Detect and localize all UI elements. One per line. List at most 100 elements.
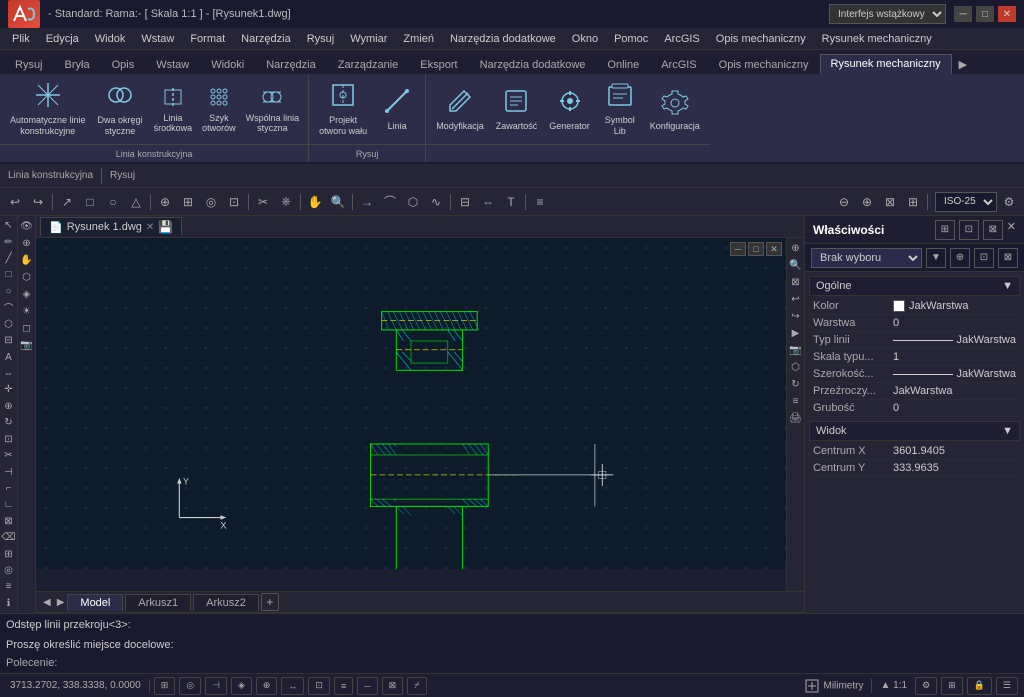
lt-copy2[interactable]: ⊕ bbox=[1, 399, 17, 414]
lt-text[interactable]: A bbox=[1, 349, 17, 364]
ribbon-btn-linia[interactable]: Linia bbox=[375, 84, 419, 135]
tb-btn-sq2[interactable]: ⊡ bbox=[223, 191, 245, 213]
props-section-widok-header[interactable]: Widok ▼ bbox=[809, 421, 1020, 441]
rt-back[interactable]: ↩ bbox=[788, 291, 804, 307]
lt-hatch[interactable]: ⊟ bbox=[1, 333, 17, 348]
menu-arcgis[interactable]: ArcGIS bbox=[656, 31, 707, 47]
props-sel-btn-1[interactable]: ▼ bbox=[926, 248, 946, 268]
lt2-eye[interactable]: 👁 bbox=[19, 218, 35, 234]
sb-btn-polar[interactable]: ◈ bbox=[231, 677, 252, 695]
tab-rysuj[interactable]: Rysuj bbox=[4, 55, 54, 74]
menu-wymiar[interactable]: Wymiar bbox=[342, 31, 395, 47]
ribbon-btn-projekt[interactable]: Projektotworu wału bbox=[315, 78, 371, 140]
rt-orbit[interactable]: ↻ bbox=[788, 376, 804, 392]
drawing-tab-1[interactable]: 📄 Rysunek 1.dwg ✕ 💾 bbox=[40, 217, 182, 236]
btab-arkusz2[interactable]: Arkusz2 bbox=[193, 594, 259, 611]
sb-btn-lw[interactable]: ─ bbox=[357, 677, 377, 695]
ribbon-btn-wspolna[interactable]: Wspólna liniastyczna bbox=[243, 84, 303, 135]
tab-zarzadzanie[interactable]: Zarządzanie bbox=[327, 55, 410, 74]
tb-btn-pan[interactable]: ✋ bbox=[304, 191, 326, 213]
prop-val-skala[interactable]: 1 bbox=[893, 351, 899, 363]
lt-rotate[interactable]: ↻ bbox=[1, 415, 17, 430]
sb-btn-snap2[interactable]: ◎ bbox=[179, 677, 201, 695]
rt-extent[interactable]: ⊠ bbox=[788, 274, 804, 290]
tb-btn-poly[interactable]: ⬡ bbox=[402, 191, 424, 213]
tb-btn-cursor[interactable]: ↗ bbox=[56, 191, 78, 213]
ribbon-btn-symbol-lib[interactable]: SymbolLib bbox=[598, 78, 642, 140]
maximize-button[interactable]: □ bbox=[976, 6, 994, 22]
tb-btn-arc[interactable]: ⌒ bbox=[379, 191, 401, 213]
lt-snap[interactable]: ◎ bbox=[1, 563, 17, 578]
lt2-light[interactable]: ☀ bbox=[19, 303, 35, 319]
lt-pencil[interactable]: ✏ bbox=[1, 234, 17, 249]
sb-btn-qp[interactable]: ⌿ bbox=[407, 677, 426, 695]
lt-scale[interactable]: ⊡ bbox=[1, 431, 17, 446]
tb-btn-circ2[interactable]: ◎ bbox=[200, 191, 222, 213]
menu-narzedzia-dodatkowe[interactable]: Narzędzia dodatkowe bbox=[442, 31, 564, 47]
tb-btn-text[interactable]: T bbox=[500, 191, 522, 213]
ribbon-btn-linia-srod[interactable]: Liniaśrodkowa bbox=[151, 84, 196, 135]
props-close[interactable]: ✕ bbox=[1007, 220, 1016, 240]
tb-btn-tri[interactable]: △ bbox=[125, 191, 147, 213]
drawing-tab-save[interactable]: 💾 bbox=[158, 220, 173, 234]
drawing-tab-close[interactable]: ✕ bbox=[146, 222, 154, 233]
sb-btn-lock[interactable]: 🔒 bbox=[967, 677, 992, 695]
prop-val-szerokosc[interactable]: JakWarstwa bbox=[957, 368, 1017, 380]
sb-btn-tp[interactable]: ⊠ bbox=[382, 677, 404, 695]
lt-dim[interactable]: ⇔ bbox=[1, 366, 17, 381]
lt-circ[interactable]: ○ bbox=[1, 284, 17, 299]
iso-select[interactable]: ISO-25 bbox=[935, 192, 997, 212]
lt-arc[interactable]: ⌒ bbox=[1, 300, 17, 315]
props-sel-btn-4[interactable]: ⊠ bbox=[998, 248, 1018, 268]
tb-btn-zoom-minus[interactable]: ⊖ bbox=[833, 191, 855, 213]
minimize-button[interactable]: ─ bbox=[954, 6, 972, 22]
tab-eksport[interactable]: Eksport bbox=[409, 55, 468, 74]
lt-layers2[interactable]: ≡ bbox=[1, 579, 17, 594]
sb-btn-workspace[interactable]: ⊞ bbox=[941, 677, 963, 695]
ribbon-btn-konfiguracja[interactable]: Konfiguracja bbox=[646, 84, 704, 135]
menu-wstaw[interactable]: Wstaw bbox=[133, 31, 182, 47]
lt2-3d[interactable]: ⬡ bbox=[19, 269, 35, 285]
props-btn-2[interactable]: ⊡ bbox=[959, 220, 979, 240]
tb-btn-zoom-extent[interactable]: ⊠ bbox=[879, 191, 901, 213]
props-section-ogolne-header[interactable]: Ogólne ▼ bbox=[809, 276, 1020, 296]
tb-btn-copy[interactable]: ⎈ bbox=[275, 191, 297, 213]
lt-props[interactable]: ℹ bbox=[1, 596, 17, 611]
sb-btn-ortho[interactable]: ⊣ bbox=[205, 677, 227, 695]
tab-widoki[interactable]: Widoki bbox=[200, 55, 255, 74]
props-sel-btn-3[interactable]: ⊡ bbox=[974, 248, 994, 268]
lt2-cam[interactable]: 📷 bbox=[19, 337, 35, 353]
tab-narz-dod[interactable]: Narzędzia dodatkowe bbox=[469, 55, 597, 74]
tab-expand[interactable]: ▶ bbox=[952, 54, 974, 74]
sb-btn-settings[interactable]: ⚙ bbox=[915, 677, 937, 695]
tb-btn-layer[interactable]: ≡ bbox=[529, 191, 551, 213]
menu-plik[interactable]: Plik bbox=[4, 31, 38, 47]
tb-btn-cut[interactable]: ✂ bbox=[252, 191, 274, 213]
tb-btn-iso-settings[interactable]: ⚙ bbox=[998, 191, 1020, 213]
prop-val-kolor[interactable]: JakWarstwa bbox=[909, 300, 969, 312]
props-btn-3[interactable]: ⊠ bbox=[983, 220, 1003, 240]
rt-print[interactable]: 🖨 bbox=[788, 410, 804, 426]
lt-arrow[interactable]: ↖ bbox=[1, 218, 17, 233]
tb-btn-grid[interactable]: ⊞ bbox=[177, 191, 199, 213]
lt-erase[interactable]: ⌫ bbox=[1, 530, 17, 545]
lt-chamfer[interactable]: ∟ bbox=[1, 497, 17, 512]
ribbon-btn-dwa-okregi[interactable]: Dwa okręgistyczne bbox=[94, 78, 147, 140]
btab-add[interactable]: + bbox=[261, 593, 279, 611]
rt-fwd[interactable]: ↪ bbox=[788, 308, 804, 324]
prop-val-warstwa[interactable]: 0 bbox=[893, 317, 899, 329]
lt-move[interactable]: ✛ bbox=[1, 382, 17, 397]
tb-btn-cross[interactable]: ⊕ bbox=[154, 191, 176, 213]
menu-rysunek-mech[interactable]: Rysunek mechaniczny bbox=[814, 31, 940, 47]
props-btn-1[interactable]: ⊞ bbox=[935, 220, 955, 240]
lt-box[interactable]: □ bbox=[1, 267, 17, 282]
tb-btn-zoom-plus[interactable]: ⊕ bbox=[856, 191, 878, 213]
sb-btn-expand[interactable]: ☰ bbox=[996, 677, 1018, 695]
lt2-pan2[interactable]: ✋ bbox=[19, 252, 35, 268]
props-select[interactable]: Brak wyboru bbox=[811, 248, 922, 268]
workspace-select[interactable]: Interfejs wstążkowy bbox=[829, 4, 946, 24]
menu-pomoc[interactable]: Pomoc bbox=[606, 31, 656, 47]
lt-trim[interactable]: ✂ bbox=[1, 448, 17, 463]
sb-btn-ducs[interactable]: ⊡ bbox=[308, 677, 330, 695]
tb-btn-zoom-window[interactable]: ⊞ bbox=[902, 191, 924, 213]
